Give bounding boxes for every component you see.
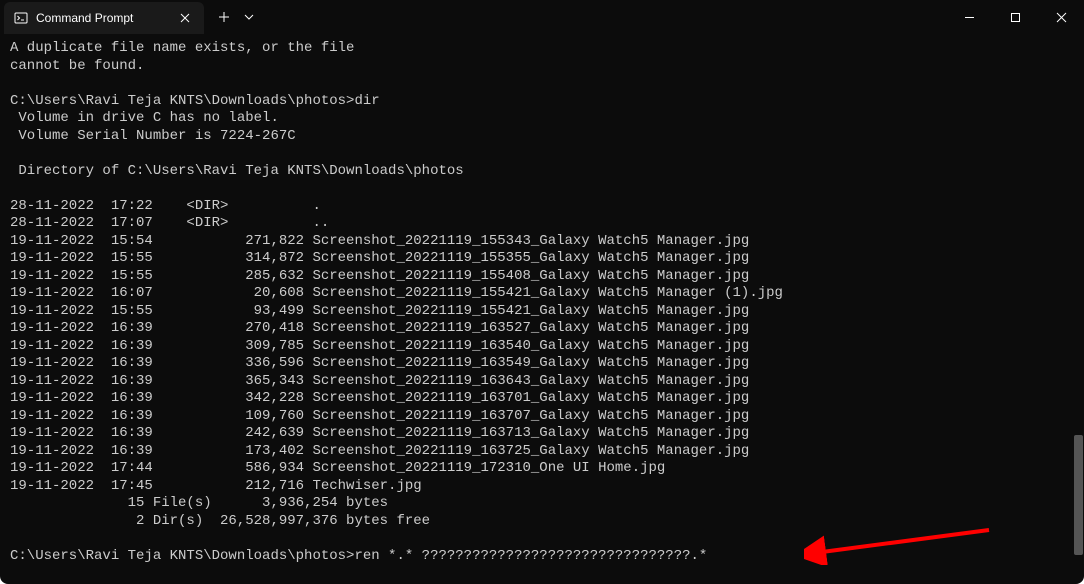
terminal-output[interactable]: A duplicate file name exists, or the fil… [0, 34, 1084, 584]
terminal-icon [14, 11, 28, 25]
scrollbar[interactable] [1074, 40, 1083, 576]
terminal-line: cannot be found. [10, 58, 1074, 76]
new-tab-button[interactable] [210, 3, 238, 31]
terminal-line: 19-11-2022 17:44 586,934 Screenshot_2022… [10, 460, 1074, 478]
terminal-line: 19-11-2022 15:54 271,822 Screenshot_2022… [10, 233, 1074, 251]
window: Command Prompt [0, 0, 1084, 584]
terminal-line: 19-11-2022 16:39 309,785 Screenshot_2022… [10, 338, 1074, 356]
terminal-line: 19-11-2022 15:55 93,499 Screenshot_20221… [10, 303, 1074, 321]
tab-command-prompt[interactable]: Command Prompt [4, 2, 204, 34]
terminal-line: 19-11-2022 16:39 365,343 Screenshot_2022… [10, 373, 1074, 391]
terminal-line: 28-11-2022 17:22 <DIR> . [10, 198, 1074, 216]
terminal-line: 19-11-2022 16:39 173,402 Screenshot_2022… [10, 443, 1074, 461]
terminal-line: 19-11-2022 16:39 336,596 Screenshot_2022… [10, 355, 1074, 373]
terminal-line: 15 File(s) 3,936,254 bytes [10, 495, 1074, 513]
terminal-line: 19-11-2022 16:39 242,639 Screenshot_2022… [10, 425, 1074, 443]
terminal-line: Volume Serial Number is 7224-267C [10, 128, 1074, 146]
terminal-line: Volume in drive C has no label. [10, 110, 1074, 128]
terminal-line: 28-11-2022 17:07 <DIR> .. [10, 215, 1074, 233]
terminal-line: 19-11-2022 16:39 270,418 Screenshot_2022… [10, 320, 1074, 338]
scrollbar-thumb[interactable] [1074, 435, 1083, 555]
terminal-line [10, 75, 1074, 93]
tab-title: Command Prompt [36, 11, 168, 25]
terminal-line: C:\Users\Ravi Teja KNTS\Downloads\photos… [10, 93, 1074, 111]
terminal-line: Directory of C:\Users\Ravi Teja KNTS\Dow… [10, 163, 1074, 181]
titlebar: Command Prompt [0, 0, 1084, 34]
minimize-button[interactable] [946, 1, 992, 33]
terminal-line: 19-11-2022 16:39 109,760 Screenshot_2022… [10, 408, 1074, 426]
terminal-line: 19-11-2022 15:55 285,632 Screenshot_2022… [10, 268, 1074, 286]
window-controls [946, 1, 1084, 33]
terminal-line: 2 Dir(s) 26,528,997,376 bytes free [10, 513, 1074, 531]
tab-close-button[interactable] [176, 9, 194, 27]
terminal-line: 19-11-2022 17:45 212,716 Techwiser.jpg [10, 478, 1074, 496]
maximize-button[interactable] [992, 1, 1038, 33]
close-button[interactable] [1038, 1, 1084, 33]
terminal-line: 19-11-2022 16:39 342,228 Screenshot_2022… [10, 390, 1074, 408]
terminal-line [10, 145, 1074, 163]
terminal-line: A duplicate file name exists, or the fil… [10, 40, 1074, 58]
terminal-line [10, 180, 1074, 198]
tab-dropdown-button[interactable] [238, 3, 260, 31]
terminal-line: 19-11-2022 16:07 20,608 Screenshot_20221… [10, 285, 1074, 303]
terminal-line: 19-11-2022 15:55 314,872 Screenshot_2022… [10, 250, 1074, 268]
terminal-line: C:\Users\Ravi Teja KNTS\Downloads\photos… [10, 548, 1074, 566]
terminal-line [10, 530, 1074, 548]
